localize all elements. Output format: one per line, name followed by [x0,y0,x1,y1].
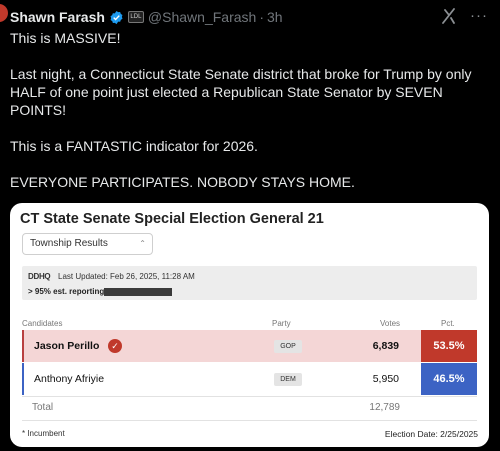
column-header-party: Party [272,319,291,328]
divider [22,396,477,397]
separator: · [259,9,264,25]
column-header-pct: Pct. [441,319,455,328]
winner-check-icon: ✓ [108,339,122,353]
column-header-votes: Votes [380,319,401,328]
tweet-time[interactable]: 3h [267,9,283,25]
affiliation-badge[interactable]: LDL [127,11,144,23]
more-icon[interactable]: ··· [470,7,488,24]
grok-icon[interactable] [442,8,456,27]
candidate-row: Anthony Afriyie DEM 5,950 46.5% [22,363,477,395]
township-results-dropdown[interactable]: Township Results ⌃ [22,233,153,255]
tweet-paragraph: This is MASSIVE! [10,30,121,46]
results-title: CT State Senate Special Election General… [20,211,324,227]
divider [22,420,477,421]
candidate-name: Jason Perillo [34,340,100,352]
reporting-info-box: DDHQ Last Updated: Feb 26, 2025, 11:28 A… [22,266,477,300]
vote-percent: 46.5% [421,363,477,395]
author-handle[interactable]: @Shawn_Farash [148,9,256,25]
election-results-image[interactable]: CT State Senate Special Election General… [10,203,489,447]
election-date: Election Date: 2/25/2025 [384,429,478,439]
tweet-paragraph: This is a FANTASTIC indicator for 2026. [10,138,258,154]
vote-count: 6,839 [372,340,399,352]
vote-count: 5,950 [372,373,399,385]
author-name[interactable]: Shawn Farash [10,9,105,25]
verified-badge-icon [110,10,123,24]
tweet-text: This is MASSIVE! Last night, a Connectic… [10,29,490,209]
column-header-candidates: Candidates [22,319,63,328]
incumbent-footnote: * Incumbent [22,429,65,438]
total-label: Total [32,402,54,413]
party-badge: GOP [274,340,302,353]
dropdown-value: Township Results [30,238,108,249]
ddhq-logo: DDHQ [28,272,51,281]
reporting-progress-bar [104,288,172,296]
tweet-paragraph: EVERYONE PARTICIPATES. NOBODY STAYS HOME… [10,174,355,190]
tweet-paragraph: Last night, a Connecticut State Senate d… [10,66,472,118]
vote-percent: 53.5% [421,330,477,362]
last-updated: Last Updated: Feb 26, 2025, 11:28 AM [58,272,195,281]
reporting-status: > 95% est. reporting [28,287,105,296]
total-votes: 12,789 [369,402,400,413]
tweet-header: Shawn Farash LDL @Shawn_Farash · 3h ··· [10,7,490,27]
avatar[interactable] [0,4,8,22]
candidate-name: Anthony Afriyie [34,373,105,385]
candidate-row: Jason Perillo ✓ GOP 6,839 53.5% [22,330,477,362]
party-badge: DEM [274,373,302,386]
chevron-updown-icon: ⌃ [139,239,146,248]
